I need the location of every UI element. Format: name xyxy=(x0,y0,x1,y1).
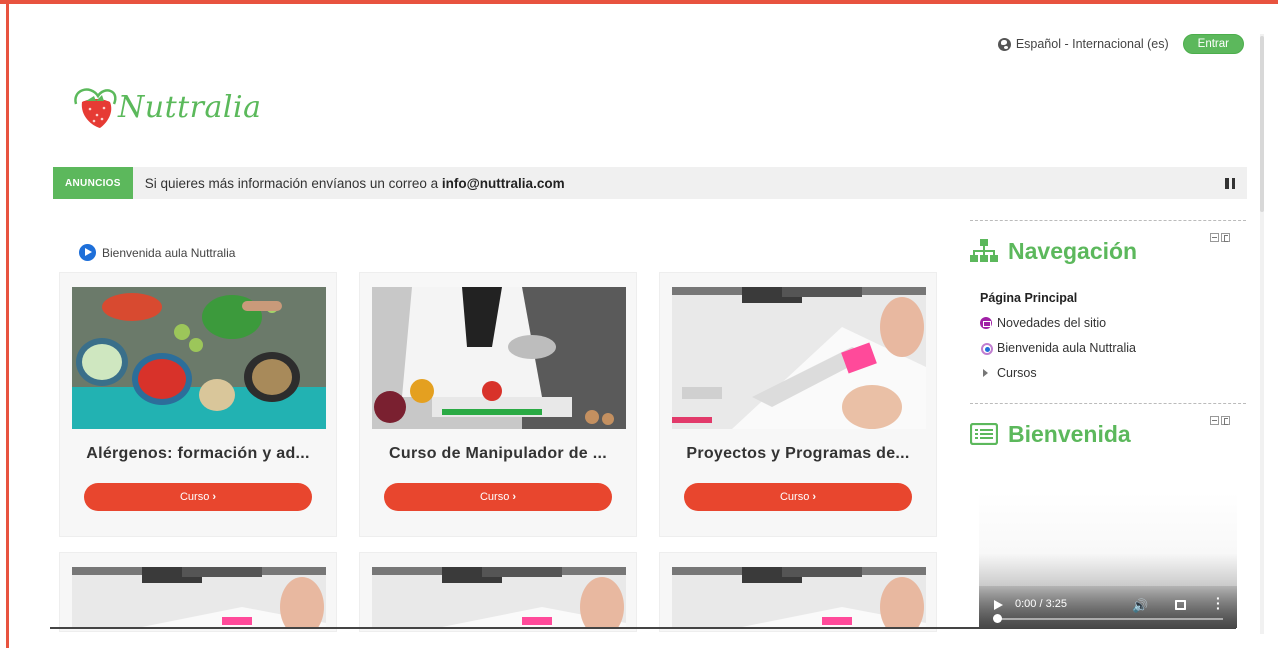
course-image[interactable] xyxy=(72,567,326,629)
caret-right-icon xyxy=(983,368,988,377)
course-title[interactable]: Curso de Manipulador de ... xyxy=(360,445,636,463)
play-icon[interactable] xyxy=(994,600,1003,610)
welcome-header: Bienvenida xyxy=(970,404,1246,452)
course-image[interactable] xyxy=(372,567,626,629)
logo-text: Nuttralia xyxy=(118,89,262,125)
breadcrumb: Bienvenida aula Nuttralia xyxy=(79,244,235,261)
course-card[interactable] xyxy=(659,552,937,632)
breadcrumb-label[interactable]: Bienvenida aula Nuttralia xyxy=(102,246,235,260)
course-image[interactable] xyxy=(372,287,626,429)
announcement-text: Si quieres más información envíanos un c… xyxy=(145,176,565,191)
planning-photo xyxy=(672,567,926,629)
chevron-right-icon: › xyxy=(812,491,816,503)
block-controls xyxy=(1210,416,1230,425)
nav-item-courses[interactable]: Cursos xyxy=(980,360,1246,385)
welcome-block: Bienvenida xyxy=(970,403,1246,452)
video-controls: 0:00 / 3:25 🔊 · · · xyxy=(979,586,1237,628)
course-card[interactable]: Proyectos y Programas de... Curso › xyxy=(659,272,937,537)
play-circle-icon xyxy=(79,244,96,261)
page-frame-top xyxy=(0,0,1278,4)
nav-item-home[interactable]: Página Principal xyxy=(980,285,1246,310)
pause-icon[interactable] xyxy=(1225,178,1235,189)
dock-icon[interactable] xyxy=(1221,416,1230,425)
course-image[interactable] xyxy=(672,567,926,629)
course-card[interactable]: Curso de Manipulador de ... Curso › xyxy=(359,272,637,537)
fullscreen-icon[interactable] xyxy=(1175,600,1186,610)
chevron-right-icon: › xyxy=(212,491,216,503)
announcement-bar: ANUNCIOS Si quieres más información enví… xyxy=(53,167,1247,199)
chef-photo xyxy=(372,287,626,429)
course-button-label: Curso xyxy=(179,491,210,503)
sitemap-icon xyxy=(970,239,998,262)
course-image[interactable] xyxy=(72,287,326,429)
planning-photo xyxy=(672,287,926,429)
navigation-header: Navegación xyxy=(970,221,1246,269)
vegetables-photo xyxy=(72,287,326,429)
course-card[interactable] xyxy=(359,552,637,632)
planning-photo xyxy=(72,567,326,629)
navigation-block: Navegación Página Principal Novedades de… xyxy=(970,220,1246,385)
planning-photo xyxy=(372,567,626,629)
course-icon xyxy=(980,342,993,355)
course-button-label: Curso xyxy=(779,491,810,503)
sidebar: Navegación Página Principal Novedades de… xyxy=(970,220,1246,452)
course-button-label: Curso xyxy=(479,491,510,503)
globe-icon xyxy=(997,37,1011,51)
nav-item-label: Cursos xyxy=(997,365,1037,380)
video-progress-bar[interactable] xyxy=(997,618,1223,620)
announcement-label: ANUNCIOS xyxy=(53,167,133,199)
more-options-icon[interactable]: · · · xyxy=(1216,591,1221,615)
video-progress-handle[interactable] xyxy=(993,614,1002,623)
welcome-video[interactable]: 0:00 / 3:25 🔊 · · · xyxy=(979,492,1237,628)
block-controls xyxy=(1210,233,1230,242)
volume-icon[interactable]: 🔊 xyxy=(1132,598,1148,614)
list-icon xyxy=(970,423,998,445)
course-button[interactable]: Curso › xyxy=(84,483,312,511)
dock-icon[interactable] xyxy=(1221,233,1230,242)
chevron-right-icon: › xyxy=(512,491,516,503)
collapse-icon[interactable] xyxy=(1210,233,1219,242)
nav-item-label: Novedades del sitio xyxy=(997,315,1107,330)
navigation-list: Página Principal Novedades del sitio Bie… xyxy=(970,269,1246,385)
language-label: Español - Internacional (es) xyxy=(1015,37,1169,51)
scrollbar-thumb[interactable] xyxy=(1260,36,1264,212)
announcement-message: Si quieres más información envíanos un c… xyxy=(144,175,442,191)
welcome-title: Bienvenida xyxy=(1008,420,1131,447)
login-button[interactable]: Entrar xyxy=(1182,34,1244,54)
course-button[interactable]: Curso › xyxy=(684,483,912,511)
nav-item-label: Bienvenida aula Nuttralia xyxy=(997,340,1136,355)
course-title[interactable]: Proyectos y Programas de... xyxy=(660,445,936,463)
nav-item-welcome[interactable]: Bienvenida aula Nuttralia xyxy=(980,335,1246,360)
course-card[interactable]: Alérgenos: formación y ad... Curso › xyxy=(59,272,337,537)
course-title[interactable]: Alérgenos: formación y ad... xyxy=(60,445,336,463)
site-logo[interactable]: Nuttralia xyxy=(70,82,261,132)
nav-item-label: Página Principal xyxy=(980,290,1078,305)
video-time: 0:00 / 3:25 xyxy=(1015,598,1067,610)
navigation-title: Navegación xyxy=(1008,237,1138,264)
language-selector[interactable]: Español - Internacional (es) xyxy=(997,37,1169,51)
collapse-icon[interactable] xyxy=(1210,416,1219,425)
forum-icon xyxy=(980,316,992,329)
top-bar: Español - Internacional (es) Entrar xyxy=(997,34,1244,54)
course-image[interactable] xyxy=(672,287,926,429)
strawberry-logo-icon xyxy=(74,88,117,128)
course-card[interactable] xyxy=(59,552,337,632)
course-button[interactable]: Curso › xyxy=(384,483,612,511)
announcement-email-link[interactable]: info@nuttralia.com xyxy=(442,176,565,191)
page-frame-left xyxy=(6,4,9,648)
nav-item-site-news[interactable]: Novedades del sitio xyxy=(980,310,1246,335)
